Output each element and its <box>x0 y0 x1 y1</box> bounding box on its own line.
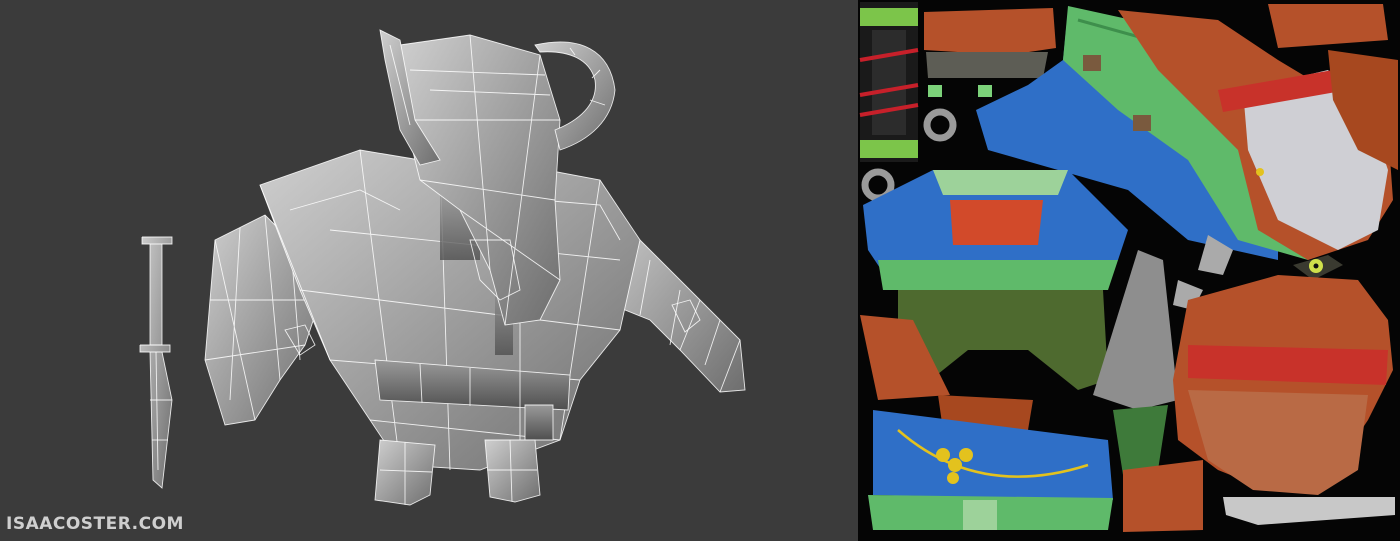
fur-strip-top <box>924 8 1056 55</box>
wireframe-bull-model <box>139 29 746 506</box>
blade-texture <box>1223 497 1395 525</box>
knife-model <box>139 236 173 489</box>
texture-atlas <box>859 2 1398 532</box>
3d-viewport[interactable]: ISAACOSTER.COM <box>0 0 858 541</box>
ring-texture <box>923 108 957 142</box>
chest-fur-texture <box>950 200 1043 245</box>
watermark-text: ISAACOSTER.COM <box>6 514 184 534</box>
texture-atlas-panel <box>858 0 1400 541</box>
strap-texture <box>859 2 919 162</box>
hoof-texture <box>926 52 1048 78</box>
hand-skin-texture <box>1188 390 1368 495</box>
